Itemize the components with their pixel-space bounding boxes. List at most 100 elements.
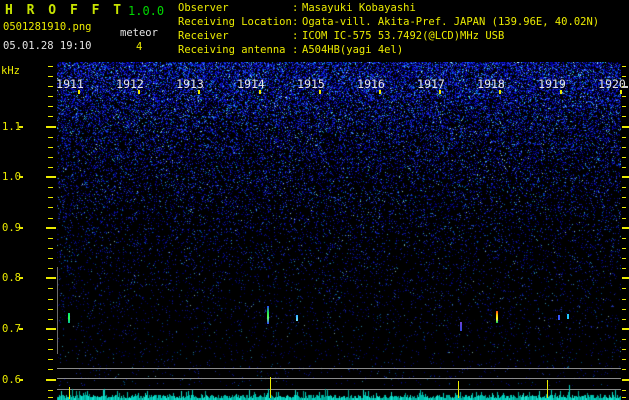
time-label: 1915: [296, 78, 326, 90]
time-tick: [620, 90, 622, 94]
freq-label-dash: [19, 379, 23, 381]
signal-trace-canvas: [57, 382, 621, 400]
meteor-event-marker: [270, 377, 271, 398]
left-freq-tick: [48, 167, 53, 168]
time-tick: [259, 90, 261, 94]
left-freq-tick: [48, 76, 53, 77]
station-info-row: Receiving Location:Ogata-vill. Akita-Pre…: [178, 16, 599, 30]
mode-label: meteor: [120, 27, 158, 39]
info-value: Ogata-vill. Akita-Pref. JAPAN (139.96E, …: [302, 16, 599, 28]
freq-label-dash: [19, 176, 23, 178]
right-freq-tick: [622, 339, 626, 340]
left-freq-tick: [46, 277, 56, 279]
station-info-row: Receiver:ICOM IC-575 53.7492(@LCD)MHz US…: [178, 30, 599, 44]
right-freq-tick: [622, 197, 626, 198]
meteor-event-marker: [458, 381, 459, 398]
app-logo: H R O F F T: [5, 3, 124, 18]
left-freq-tick: [48, 248, 53, 249]
spectrogram-left-border: [57, 267, 58, 354]
right-freq-tick: [622, 116, 626, 117]
right-freq-tick: [622, 319, 626, 320]
right-freq-tick: [622, 227, 629, 229]
station-info-row: Receiving antenna:A504HB(yagi 4el): [178, 44, 599, 58]
time-tick: [439, 90, 441, 94]
left-freq-tick: [48, 137, 53, 138]
time-axis-end-tick: [623, 86, 628, 88]
left-freq-tick: [48, 218, 53, 219]
info-separator: :: [292, 44, 302, 56]
left-freq-tick: [48, 66, 53, 67]
right-freq-tick: [622, 309, 626, 310]
time-label: 1916: [356, 78, 386, 90]
time-tick: [198, 90, 200, 94]
left-freq-tick: [48, 116, 53, 117]
left-freq-tick: [46, 176, 56, 178]
meteor-event-marker: [547, 380, 548, 398]
meteor-echo: [567, 314, 569, 319]
info-label: Receiver: [178, 30, 292, 42]
meteor-echo: [267, 306, 269, 324]
freq-label-dash: [19, 227, 23, 229]
freq-label-dash: [19, 328, 23, 330]
time-tick: [78, 90, 80, 94]
left-freq-tick: [48, 238, 53, 239]
right-freq-tick: [622, 268, 626, 269]
info-separator: :: [292, 2, 302, 14]
time-label: 1912: [115, 78, 145, 90]
time-tick: [499, 90, 501, 94]
left-freq-tick: [48, 147, 53, 148]
right-freq-tick: [622, 66, 626, 67]
right-freq-tick: [622, 176, 629, 178]
left-freq-tick: [48, 359, 53, 360]
station-info: Observer:Masayuki KobayashiReceiving Loc…: [178, 2, 599, 58]
right-freq-tick: [622, 106, 626, 107]
right-freq-tick: [622, 390, 626, 391]
meteor-echo: [558, 315, 560, 320]
time-label: 1920: [597, 78, 627, 90]
left-freq-tick: [48, 187, 53, 188]
right-freq-tick: [622, 328, 629, 330]
spectrogram-canvas: [57, 62, 621, 386]
right-freq-tick: [622, 349, 626, 350]
time-label: 1914: [236, 78, 266, 90]
info-value: ICOM IC-575 53.7492(@LCD)MHz USB: [302, 30, 504, 42]
station-info-row: Observer:Masayuki Kobayashi: [178, 2, 599, 16]
left-freq-tick: [46, 328, 56, 330]
left-freq-tick: [48, 96, 53, 97]
right-freq-tick: [622, 126, 629, 128]
right-freq-tick: [622, 379, 629, 381]
left-freq-tick: [48, 268, 53, 269]
meteor-echo: [460, 322, 462, 331]
right-freq-tick: [622, 277, 629, 279]
left-freq-tick: [46, 227, 56, 229]
reference-line: [57, 378, 621, 379]
time-label: 1919: [537, 78, 567, 90]
info-value: Masayuki Kobayashi: [302, 2, 416, 14]
left-freq-tick: [48, 309, 53, 310]
meteor-count: 4: [136, 41, 142, 53]
hrofft-window: H R O F F T 1.0.0 0501281910.png meteor …: [0, 0, 629, 400]
right-freq-tick: [622, 187, 626, 188]
time-label: 1918: [476, 78, 506, 90]
right-freq-tick: [622, 258, 626, 259]
left-freq-tick: [48, 339, 53, 340]
right-freq-tick: [622, 147, 626, 148]
info-separator: :: [292, 30, 302, 42]
time-tick: [138, 90, 140, 94]
right-freq-tick: [622, 218, 626, 219]
time-tick: [319, 90, 321, 94]
left-freq-tick: [46, 379, 56, 381]
info-value: A504HB(yagi 4el): [302, 44, 403, 56]
info-separator: :: [292, 16, 302, 28]
left-freq-tick: [48, 207, 53, 208]
info-label: Receiving Location: [178, 16, 292, 28]
meteor-event-marker: [69, 387, 70, 399]
right-freq-tick: [622, 167, 626, 168]
right-freq-tick: [622, 299, 626, 300]
reference-line: [57, 368, 621, 369]
time-label: 1911: [55, 78, 85, 90]
info-label: Observer: [178, 2, 292, 14]
freq-label-dash: [19, 126, 23, 128]
meteor-echo: [296, 315, 298, 321]
left-freq-tick: [48, 390, 53, 391]
